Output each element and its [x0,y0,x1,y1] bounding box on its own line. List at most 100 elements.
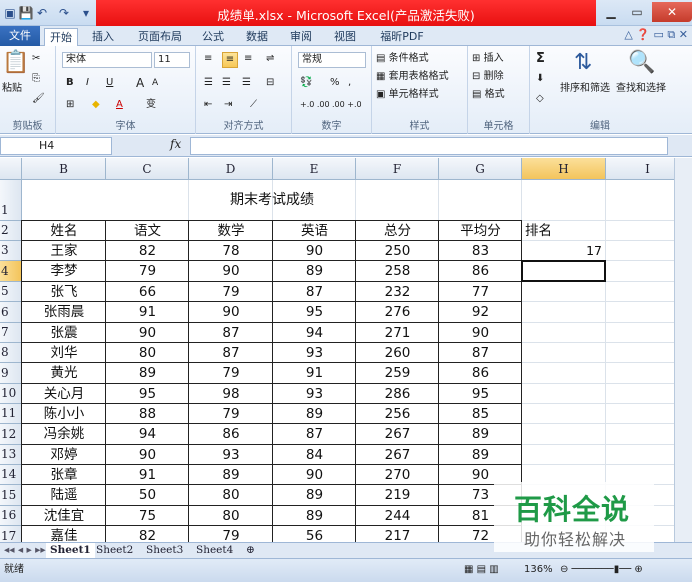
table-cell[interactable]: 50 [106,485,189,506]
table-cell[interactable]: 79 [189,404,273,424]
table-cell[interactable]: 94 [273,323,356,343]
table-cell[interactable]: 77 [439,282,522,302]
table-cell[interactable]: 259 [356,363,439,384]
view-mode-icons[interactable]: ▦ ▤ ▥ [464,563,499,577]
insert-cells-button[interactable]: ⊞ 插入 [472,52,504,66]
column-header-g[interactable]: G [439,158,522,180]
table-cell[interactable]: 张震 [22,323,106,343]
undo-icon[interactable]: ↶ [34,4,50,22]
header-cell[interactable]: 语文 [106,221,189,241]
table-cell[interactable]: 王家 [22,241,106,261]
format-cells-button[interactable]: ▤ 格式 [472,88,505,102]
align-right-icon[interactable]: ☰ [242,76,251,90]
table-cell[interactable]: 89 [273,404,356,424]
currency-icon[interactable]: 💱 [300,76,312,90]
row-header-8[interactable]: 8 [0,343,22,363]
table-cell[interactable]: 85 [439,404,522,424]
table-cell[interactable]: 89 [273,485,356,506]
table-cell[interactable]: 92 [439,302,522,323]
row-header-10[interactable]: 10 [0,384,22,404]
rank-value-cell[interactable]: 17 [522,241,602,261]
table-cell[interactable]: 88 [106,404,189,424]
table-cell[interactable]: 260 [356,343,439,363]
column-header-c[interactable]: C [106,158,189,180]
active-cell-h4[interactable] [521,260,606,282]
copy-icon[interactable]: ⎘ [32,72,40,86]
align-left-icon[interactable]: ☰ [204,76,213,90]
table-cell[interactable]: 刘华 [22,343,106,363]
vertical-scrollbar[interactable] [674,158,692,542]
underline-button[interactable]: U [106,76,113,90]
table-cell[interactable]: 91 [273,363,356,384]
table-cell[interactable]: 79 [189,282,273,302]
paste-label[interactable]: 粘贴 [2,82,22,96]
comma-button[interactable]: , [348,76,351,90]
table-cell[interactable]: 87 [189,323,273,343]
row-header-13[interactable]: 13 [0,445,22,465]
decrease-decimal-button[interactable]: .00 +.0 [332,98,362,112]
redo-icon[interactable]: ↷ [56,4,72,22]
row-header-2[interactable]: 2 [0,221,22,241]
table-cell[interactable]: 87 [273,282,356,302]
table-cell[interactable]: 89 [273,261,356,282]
table-cell[interactable]: 94 [106,424,189,445]
grow-font-button[interactable]: A [136,76,144,90]
table-cell[interactable]: 86 [189,424,273,445]
align-middle-icon[interactable]: ≡ [222,52,238,68]
row-header-15[interactable]: 15 [0,485,22,506]
table-cell[interactable]: 286 [356,384,439,404]
sort-filter-label[interactable]: 排序和筛选 [560,82,610,96]
table-cell[interactable]: 79 [189,526,273,542]
table-format-button[interactable]: ▦ 套用表格格式 [376,70,449,84]
table-cell[interactable]: 98 [189,384,273,404]
table-cell[interactable]: 95 [106,384,189,404]
cut-icon[interactable]: ✂ [32,52,40,66]
table-cell[interactable]: 95 [273,302,356,323]
table-cell[interactable]: 244 [356,506,439,526]
table-cell[interactable]: 陈小小 [22,404,106,424]
sheet-tab-2[interactable]: Sheet2 [96,543,133,558]
table-cell[interactable]: 267 [356,424,439,445]
table-cell[interactable]: 89 [273,506,356,526]
find-select-label[interactable]: 查找和选择 [616,82,666,96]
table-cell[interactable]: 87 [273,424,356,445]
table-cell[interactable]: 217 [356,526,439,542]
clear-icon[interactable]: ◇ [536,92,544,106]
sheet-title[interactable]: 期末考试成绩 [22,188,522,212]
table-cell[interactable]: 93 [189,445,273,465]
percent-button[interactable]: % [330,76,340,90]
table-cell[interactable]: 90 [273,241,356,261]
number-format-box[interactable]: 常规 [298,52,366,68]
cell-styles-button[interactable]: ▣ 单元格样式 [376,88,439,102]
minimize-button[interactable]: ▁ [598,2,624,22]
table-cell[interactable]: 82 [106,241,189,261]
table-cell[interactable]: 270 [356,465,439,485]
sort-filter-icon[interactable]: ⇅ [574,52,592,74]
increase-decimal-button[interactable]: +.0 .00 [300,98,330,112]
font-color-button[interactable]: A [116,98,123,112]
tab-home[interactable]: 开始 [44,28,78,46]
header-cell[interactable]: 数学 [189,221,273,241]
table-cell[interactable]: 276 [356,302,439,323]
fx-icon[interactable]: fx [170,137,181,151]
sheet-nav-icon[interactable]: ◂◂ ◂ ▸ ▸▸ [4,543,46,558]
orientation-icon[interactable]: ⟋ [250,98,257,112]
autosum-button[interactable]: Σ [536,52,545,66]
table-cell[interactable]: 87 [189,343,273,363]
table-cell[interactable]: 张章 [22,465,106,485]
tab-view[interactable]: 视图 [328,28,362,46]
shrink-font-button[interactable]: A [152,76,158,90]
table-cell[interactable]: 66 [106,282,189,302]
table-cell[interactable]: 80 [189,506,273,526]
fill-icon[interactable]: ⬇ [536,72,544,86]
table-cell[interactable]: 86 [439,363,522,384]
table-cell[interactable]: 256 [356,404,439,424]
table-cell[interactable]: 79 [106,261,189,282]
close-button[interactable]: ✕ [652,2,692,22]
table-cell[interactable]: 82 [106,526,189,542]
table-cell[interactable]: 56 [273,526,356,542]
tab-review[interactable]: 审阅 [284,28,318,46]
delete-cells-button[interactable]: ⊟ 删除 [472,70,504,84]
wrap-text-icon[interactable]: ⇌ [266,52,274,66]
column-header-e[interactable]: E [273,158,356,180]
